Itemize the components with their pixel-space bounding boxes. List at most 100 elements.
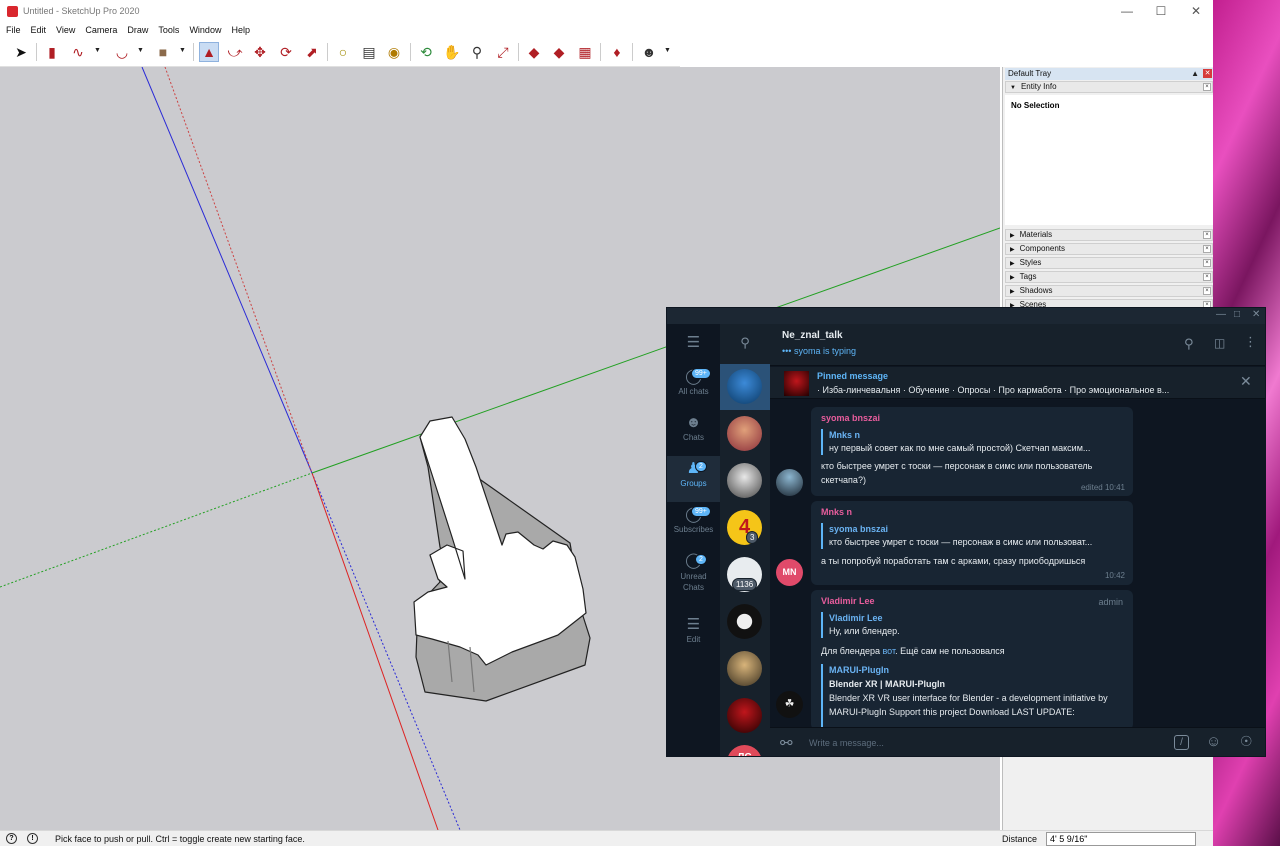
- ruby-console-icon[interactable]: ♦: [607, 42, 627, 62]
- close-icon[interactable]: ✕: [1188, 4, 1204, 18]
- minimize-icon[interactable]: —: [1119, 4, 1135, 18]
- close-pinned-icon[interactable]: ✕: [1240, 373, 1252, 390]
- microphone-icon[interactable]: ☉: [1240, 733, 1253, 750]
- message-input[interactable]: Write a message...: [809, 738, 884, 748]
- geo-location-icon[interactable]: ?: [6, 833, 17, 844]
- pan-tool-icon[interactable]: ✋: [442, 42, 462, 62]
- chat-avatar[interactable]: [727, 463, 762, 498]
- scale-tool-icon[interactable]: ⬈: [302, 42, 322, 62]
- freehand-tool-icon[interactable]: ∿: [68, 42, 88, 62]
- sender-avatar[interactable]: MN: [776, 559, 803, 586]
- folder-groups[interactable]: ♟ Groups 2: [667, 456, 720, 502]
- panel-tags[interactable]: ▶ Tags ×: [1005, 271, 1213, 283]
- search-icon[interactable]: ⚲: [1184, 336, 1194, 352]
- folder-all-chats[interactable]: ◯All chats99+: [667, 364, 720, 410]
- chat-avatar[interactable]: [727, 651, 762, 686]
- sender-avatar[interactable]: ☘: [776, 691, 803, 718]
- tg-minimize-icon[interactable]: —: [1216, 309, 1226, 320]
- maximize-icon[interactable]: ☐: [1153, 4, 1169, 18]
- panel-close-icon[interactable]: ×: [1203, 83, 1211, 91]
- arc-dropdown-icon[interactable]: ▼: [137, 47, 144, 54]
- sender-name[interactable]: Vladimir Lee: [821, 596, 875, 606]
- link-preview[interactable]: MARUI-PlugIn Blender XR | MARUI-PlugIn B…: [821, 664, 1126, 730]
- menu-edit[interactable]: Edit: [25, 23, 51, 38]
- user-account-icon[interactable]: ☻: [639, 42, 659, 62]
- eraser-tool-icon[interactable]: ▮: [42, 42, 62, 62]
- menu-icon[interactable]: ☰: [667, 324, 720, 360]
- orbit-tool-icon[interactable]: ⟲: [416, 42, 436, 62]
- sender-avatar[interactable]: [776, 469, 803, 496]
- panel-label: Tags: [1019, 272, 1037, 281]
- panel-close-icon[interactable]: ×: [1203, 245, 1211, 253]
- panel-shadows[interactable]: ▶ Shadows ×: [1005, 285, 1213, 297]
- hand-model: [413, 416, 591, 702]
- more-icon[interactable]: ⋮: [1244, 334, 1257, 350]
- paint-bucket-tool-icon[interactable]: ◉: [384, 42, 404, 62]
- follow-me-tool-icon[interactable]: ⤻: [225, 42, 245, 62]
- distance-input[interactable]: 4' 5 9/16": [1046, 832, 1196, 846]
- menu-view[interactable]: View: [50, 23, 79, 38]
- panel-styles[interactable]: ▶ Styles ×: [1005, 257, 1213, 269]
- zoom-extents-tool-icon[interactable]: ⤢: [493, 42, 513, 62]
- chat-avatar[interactable]: [727, 698, 762, 733]
- panel-close-icon[interactable]: ×: [1203, 259, 1211, 267]
- bot-commands-icon[interactable]: /: [1174, 735, 1189, 750]
- text-tool-icon[interactable]: ▤: [359, 42, 379, 62]
- chat-avatar[interactable]: ЛС: [727, 745, 762, 756]
- 3d-warehouse-icon[interactable]: ◆: [524, 42, 544, 62]
- account-dropdown-icon[interactable]: ▼: [664, 47, 671, 54]
- shape-dropdown-icon[interactable]: ▼: [179, 47, 186, 54]
- pin-icon[interactable]: ▲: [1191, 68, 1199, 80]
- folder-edit[interactable]: ☰ Edit: [667, 612, 720, 658]
- toolbar: ➤ ▮ ∿ ▼ ◡ ▼ ■ ▼ ▲ ⤻ ✥ ⟳ ⬈ ○ ▤ ◉ ⟲ ✋ ⚲ ⤢ …: [0, 38, 680, 67]
- menu-draw[interactable]: Draw: [121, 23, 152, 38]
- panel-materials[interactable]: ▶ Materials ×: [1005, 229, 1213, 241]
- arc-tool-icon[interactable]: ◡: [112, 42, 132, 62]
- panel-close-icon[interactable]: ×: [1203, 273, 1211, 281]
- panel-close-icon[interactable]: ×: [1203, 231, 1211, 239]
- panel-entity-info[interactable]: ▼ Entity Info ×: [1005, 81, 1213, 93]
- reply-quote[interactable]: syoma bnszai кто быстрее умрет с тоски —…: [821, 523, 1126, 549]
- attach-icon[interactable]: ⚯: [780, 734, 793, 752]
- instructor-icon[interactable]: !: [27, 833, 38, 844]
- rectangle-tool-icon[interactable]: ■: [153, 42, 173, 62]
- menu-camera[interactable]: Camera: [79, 23, 121, 38]
- menu-window[interactable]: Window: [183, 23, 225, 38]
- freehand-dropdown-icon[interactable]: ▼: [94, 47, 101, 54]
- sender-name[interactable]: Mnks n: [821, 507, 852, 517]
- search-icon[interactable]: ⚲: [720, 324, 770, 362]
- chat-area: Ne_znal_talk ••• syoma is typing ⚲ ◫ ⋮ P…: [770, 324, 1265, 756]
- sidebar-toggle-icon[interactable]: ◫: [1214, 336, 1225, 350]
- tape-measure-tool-icon[interactable]: ○: [333, 42, 353, 62]
- typing-dots-icon: •••: [782, 346, 794, 356]
- tray-close-icon[interactable]: ✕: [1203, 69, 1212, 78]
- panel-close-icon[interactable]: ×: [1203, 287, 1211, 295]
- move-tool-icon[interactable]: ✥: [250, 42, 270, 62]
- expand-triangle-icon: ▶: [1010, 289, 1015, 295]
- tg-maximize-icon[interactable]: □: [1234, 309, 1240, 320]
- reply-quote[interactable]: Vladimir Lee Ну, или блендер.: [821, 612, 1126, 638]
- folder-unread-chats[interactable]: ◯ Unread Chats 2: [667, 548, 720, 604]
- zoom-tool-icon[interactable]: ⚲: [467, 42, 487, 62]
- extension-warehouse-icon[interactable]: ◆: [549, 42, 569, 62]
- layout-icon[interactable]: ▦: [575, 42, 595, 62]
- sender-name[interactable]: syoma bnszai: [821, 413, 880, 423]
- push-pull-tool-icon[interactable]: ▲: [199, 42, 219, 62]
- chat-avatar[interactable]: [727, 604, 762, 639]
- pinned-message-bar[interactable]: Pinned message · Изба-линчевальня · Обуч…: [770, 367, 1265, 399]
- emoji-icon[interactable]: ☺: [1206, 733, 1221, 750]
- rotate-tool-icon[interactable]: ⟳: [276, 42, 296, 62]
- folder-subscribes[interactable]: ◯Subscribes99+: [667, 502, 720, 548]
- reply-quote[interactable]: Mnks n ну первый совет как по мне самый …: [821, 429, 1126, 455]
- folder-chats[interactable]: ☻ Chats: [667, 410, 720, 456]
- message-link[interactable]: вот: [882, 646, 895, 656]
- panel-components[interactable]: ▶ Components ×: [1005, 243, 1213, 255]
- chat-avatar[interactable]: [727, 416, 762, 451]
- menu-help[interactable]: Help: [225, 23, 254, 38]
- select-tool-icon[interactable]: ➤: [11, 42, 31, 62]
- chat-item-active[interactable]: [720, 364, 770, 410]
- menu-file[interactable]: File: [0, 23, 25, 38]
- menu-tools[interactable]: Tools: [152, 23, 183, 38]
- chat-title[interactable]: Ne_znal_talk: [782, 330, 843, 341]
- tg-close-icon[interactable]: ✕: [1252, 309, 1260, 320]
